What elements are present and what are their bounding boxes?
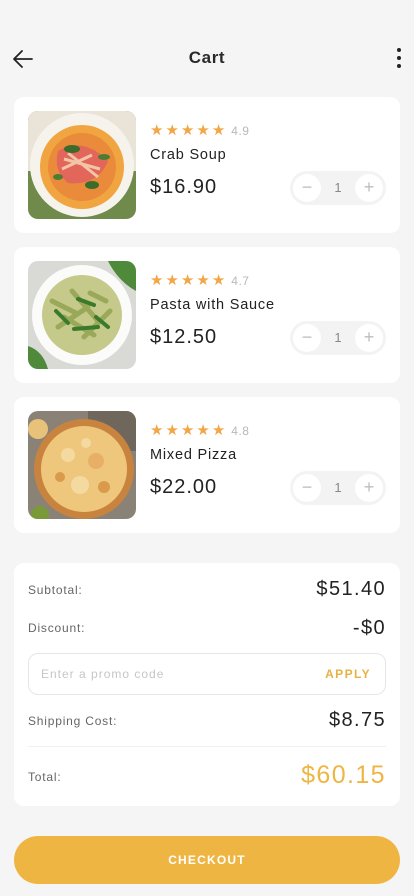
star-icon: ★: [150, 422, 164, 439]
rating-stars: ★ ★ ★ ★ ★ 4.8: [150, 423, 249, 438]
crab-soup-photo: [28, 111, 136, 219]
star-icon: ★: [150, 272, 164, 289]
increase-quantity-button[interactable]: +: [355, 174, 383, 202]
item-name: Crab Soup: [150, 147, 227, 163]
shipping-value: $8.75: [328, 709, 386, 731]
total-value: $60.15: [301, 761, 386, 789]
quantity-stepper: − 1 +: [290, 171, 386, 205]
shipping-label: Shipping Cost:: [28, 714, 118, 728]
more-options-button[interactable]: [392, 44, 406, 72]
subtotal-label: Subtotal:: [28, 583, 83, 597]
item-name: Pasta with Sauce: [150, 297, 275, 313]
page-title: Cart: [188, 48, 226, 67]
star-icon: ★: [196, 122, 210, 139]
item-price: $12.50: [150, 326, 218, 348]
total-label: Total:: [28, 770, 62, 784]
rating-stars: ★ ★ ★ ★ ★ 4.7: [150, 273, 249, 288]
rating-value: 4.7: [231, 273, 250, 288]
star-icon: ★: [165, 422, 179, 439]
item-price: $22.00: [150, 476, 218, 498]
star-icon: ★: [211, 422, 226, 439]
rating-value: 4.8: [231, 423, 250, 438]
app-header: Cart: [0, 0, 414, 110]
star-icon: ★: [150, 122, 164, 139]
apply-promo-button[interactable]: APPLY: [325, 667, 371, 681]
star-icon: ★: [196, 272, 210, 289]
quantity-stepper: − 1 +: [290, 321, 386, 355]
promo-code-input[interactable]: [41, 654, 301, 694]
discount-value: -$0: [352, 617, 386, 639]
subtotal-value: $51.40: [316, 578, 386, 600]
pizza-photo: [28, 411, 136, 519]
more-vertical-icon: [397, 48, 401, 52]
cart-item: ★ ★ ★ ★ ★ 4.9 Crab Soup $16.90 − 1 +: [14, 97, 400, 233]
cart-item: ★ ★ ★ ★ ★ 4.8 Mixed Pizza $22.00 − 1 +: [14, 397, 400, 533]
divider: [28, 746, 386, 747]
star-icon: ★: [180, 422, 195, 439]
rating-stars: ★ ★ ★ ★ ★ 4.9: [150, 123, 249, 138]
star-icon: ★: [211, 272, 226, 289]
cart-item: ★ ★ ★ ★ ★ 4.7 Pasta with Sauce $12.50 − …: [14, 247, 400, 383]
item-price: $16.90: [150, 176, 218, 198]
increase-quantity-button[interactable]: +: [355, 474, 383, 502]
pasta-photo: [28, 261, 136, 369]
promo-code-field: APPLY: [28, 653, 386, 695]
checkout-button[interactable]: CHECKOUT: [14, 836, 400, 884]
order-summary: Subtotal: $51.40 Discount: -$0 APPLY Shi…: [14, 563, 400, 806]
quantity-stepper: − 1 +: [290, 471, 386, 505]
star-icon: ★: [196, 422, 210, 439]
star-icon: ★: [180, 122, 195, 139]
discount-label: Discount:: [28, 621, 86, 635]
star-icon: ★: [165, 122, 179, 139]
rating-value: 4.9: [231, 123, 250, 138]
item-name: Mixed Pizza: [150, 447, 237, 463]
star-icon: ★: [211, 122, 226, 139]
increase-quantity-button[interactable]: +: [355, 324, 383, 352]
star-icon: ★: [165, 272, 179, 289]
star-icon: ★: [180, 272, 195, 289]
